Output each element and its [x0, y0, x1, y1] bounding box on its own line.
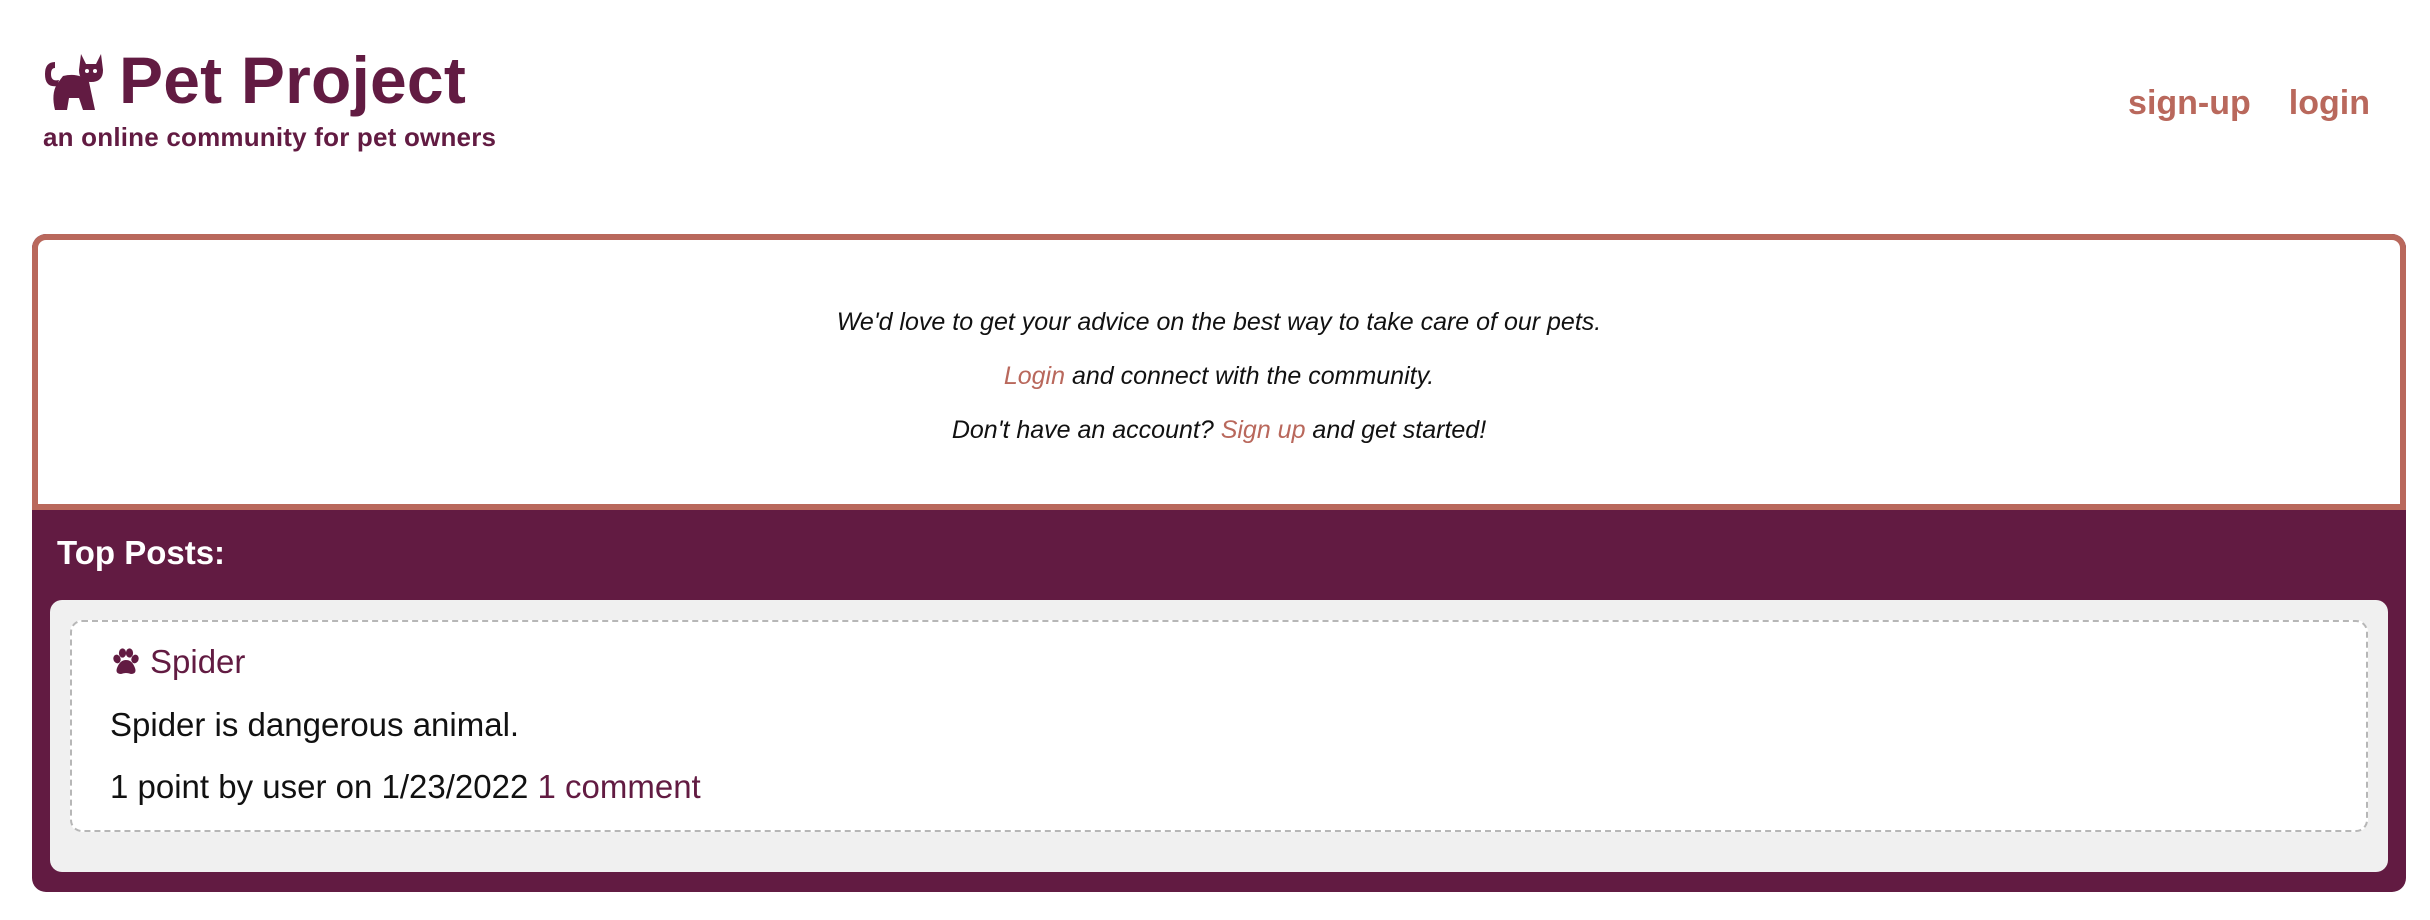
welcome-signup-line: Don't have an account? Sign up and get s… — [38, 416, 2400, 444]
welcome-signup-link[interactable]: Sign up — [1221, 416, 1306, 444]
nav-signup-link[interactable]: sign-up — [2128, 84, 2251, 123]
posts-panel: Spider Spider is dangerous animal. 1 poi… — [50, 600, 2388, 872]
welcome-signup-prefix: Don't have an account? — [951, 416, 1221, 444]
welcome-banner: We'd love to get your advice on the best… — [32, 234, 2406, 510]
nav-login-link[interactable]: login — [2289, 84, 2370, 123]
post-meta-text: 1 point by user on 1/23/2022 — [110, 768, 538, 805]
welcome-login-line: Login and connect with the community. — [38, 362, 2400, 390]
welcome-login-link[interactable]: Login — [1004, 362, 1065, 390]
top-posts-heading: Top Posts: — [57, 534, 226, 571]
cat-icon — [45, 54, 103, 110]
post-title-row: Spider — [110, 642, 2366, 682]
main-container: We'd love to get your advice on the best… — [32, 234, 2406, 892]
page: Pet Project an online community for pet … — [0, 0, 2430, 920]
site-title: Pet Project — [119, 43, 466, 117]
top-nav: sign-up login — [2128, 84, 2370, 123]
welcome-login-text: and connect with the community. — [1065, 362, 1435, 390]
paw-icon — [113, 648, 139, 674]
post-card: Spider Spider is dangerous animal. 1 poi… — [70, 620, 2368, 832]
brand[interactable]: Pet Project — [43, 44, 2430, 116]
site-tagline: an online community for pet owners — [43, 122, 497, 152]
site-header: Pet Project an online community for pet … — [43, 44, 2430, 154]
welcome-signup-text: and get started! — [1305, 416, 1487, 444]
post-comments-link[interactable]: 1 comment — [538, 768, 701, 805]
post-title-link[interactable]: Spider — [150, 643, 245, 681]
welcome-line: We'd love to get your advice on the best… — [836, 308, 1602, 336]
post-body: Spider is dangerous animal. — [110, 706, 520, 743]
post-meta: 1 point by user on 1/23/2022 1 comment — [110, 768, 2366, 806]
